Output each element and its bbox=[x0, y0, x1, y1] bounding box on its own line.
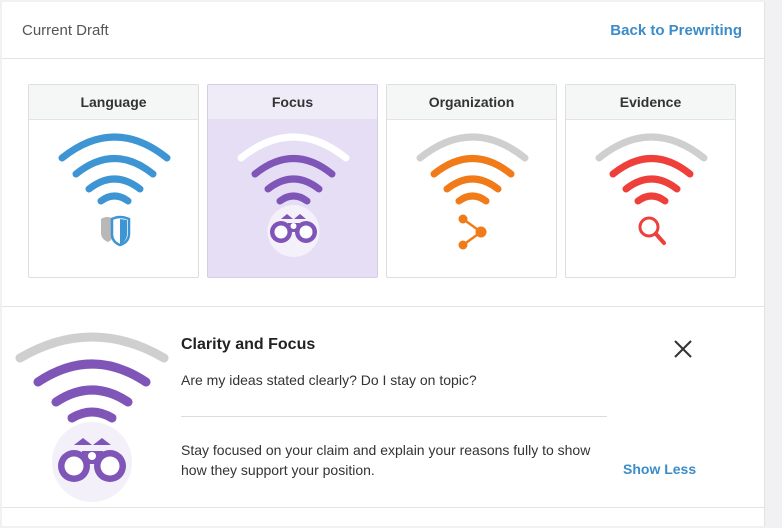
detail-title: Clarity and Focus bbox=[181, 336, 316, 353]
signal-strength-icon bbox=[237, 133, 350, 257]
shield-icon bbox=[101, 215, 131, 247]
back-to-prewriting-link[interactable]: Back to Prewriting bbox=[610, 22, 742, 39]
signal-strength-icon bbox=[595, 133, 708, 205]
card-label: Language bbox=[29, 85, 198, 120]
bottom-divider bbox=[2, 507, 764, 508]
detail-divider bbox=[181, 416, 607, 417]
card-label: Evidence bbox=[566, 85, 735, 120]
header: Current Draft Back to Prewriting bbox=[2, 2, 764, 59]
detail-question: Are my ideas stated clearly? Do I stay o… bbox=[181, 372, 477, 388]
signal-strength-icon bbox=[416, 133, 529, 205]
magnifier-icon bbox=[638, 216, 666, 245]
page-title: Current Draft bbox=[22, 22, 109, 39]
share-nodes-icon bbox=[458, 214, 487, 250]
detail-description: Stay focused on your claim and explain y… bbox=[181, 442, 591, 478]
card-evidence[interactable]: Evidence bbox=[565, 84, 736, 278]
close-icon[interactable] bbox=[672, 338, 694, 360]
card-label: Focus bbox=[208, 85, 377, 120]
signal-strength-icon bbox=[58, 133, 171, 205]
focus-signal-illustration bbox=[15, 332, 169, 502]
show-less-button[interactable]: Show Less bbox=[623, 461, 696, 477]
card-label: Organization bbox=[387, 85, 556, 120]
draft-panel: Current Draft Back to Prewriting Languag… bbox=[2, 2, 765, 526]
card-language[interactable]: Language bbox=[28, 84, 199, 278]
section-divider bbox=[2, 306, 764, 307]
card-organization[interactable]: Organization bbox=[386, 84, 557, 278]
card-focus[interactable]: Focus bbox=[207, 84, 378, 278]
